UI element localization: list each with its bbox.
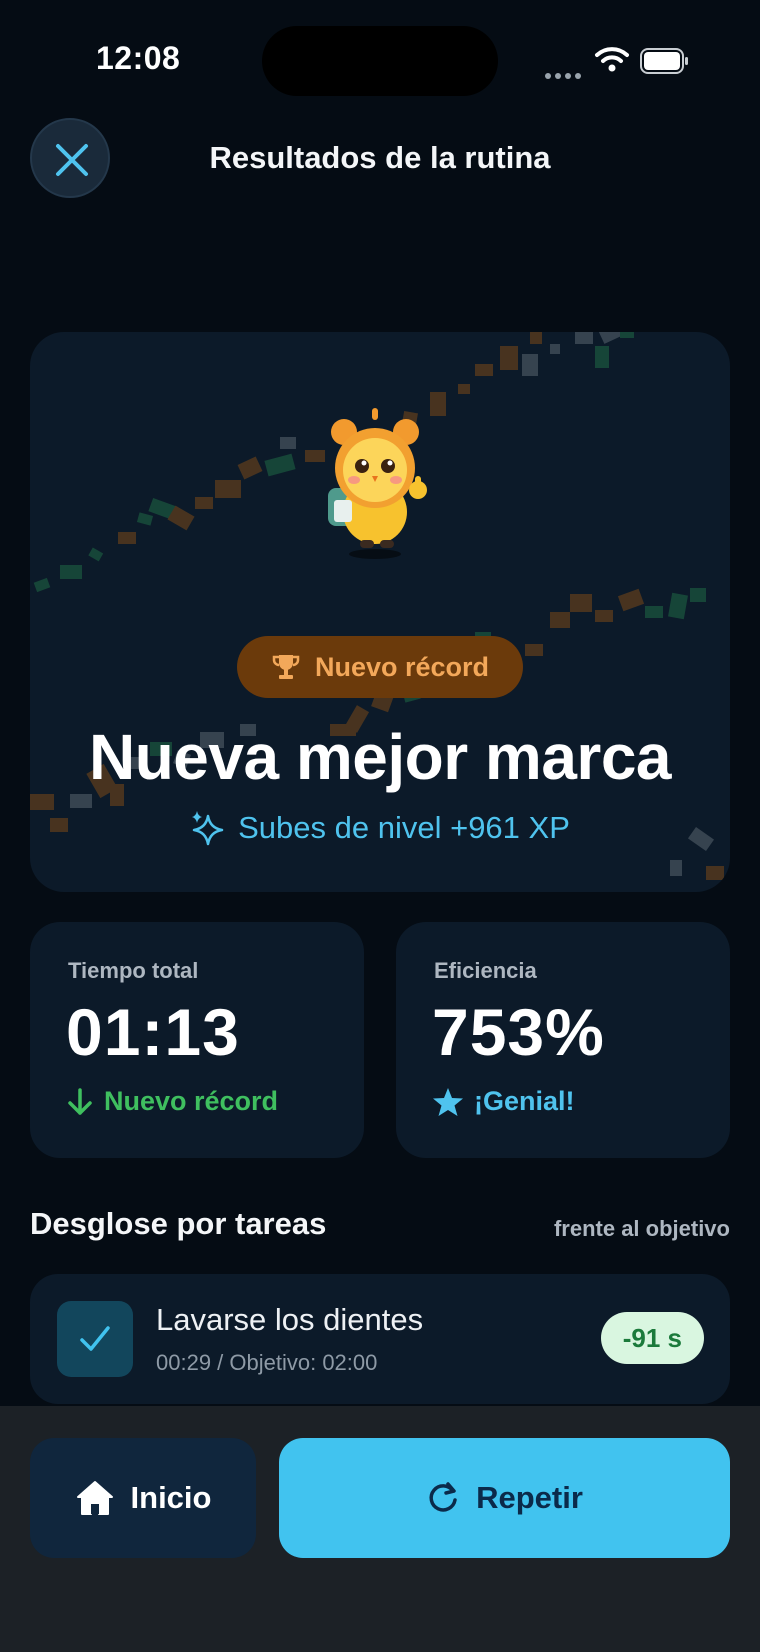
hero-title: Nueva mejor marca xyxy=(88,721,672,793)
checkmark-icon xyxy=(80,1326,110,1351)
cellular-signal-icon xyxy=(545,66,585,84)
dynamic-island xyxy=(262,26,498,96)
xp-gain-label: Subes de nivel +961 XP xyxy=(238,810,570,845)
battery-icon xyxy=(640,48,690,74)
new-record-badge-label: Nuevo récord xyxy=(314,651,490,682)
breakdown-title: Desglose por tareas xyxy=(30,1206,327,1241)
home-icon xyxy=(76,1481,113,1515)
bottom-action-bar: Inicio Repetir xyxy=(0,1406,760,1652)
alarm-clock-mascot xyxy=(328,408,427,559)
stat-value: 01:13 xyxy=(66,995,240,1069)
home-button[interactable]: Inicio xyxy=(30,1438,256,1558)
stat-value: 753% xyxy=(432,995,605,1069)
repeat-button-label: Repetir xyxy=(476,1480,583,1515)
task-name: Lavarse los dientes xyxy=(156,1302,424,1337)
stat-sub: ¡Genial! xyxy=(432,1086,575,1117)
status-time: 12:08 xyxy=(96,40,181,76)
page-title: Resultados de la rutina xyxy=(209,140,551,175)
stat-card-total-time: Tiempo total 01:13 Nuevo récord xyxy=(30,922,364,1158)
arrow-down-icon xyxy=(68,1087,92,1115)
task-detail: 00:29 / Objetivo: 02:00 xyxy=(156,1350,378,1375)
refresh-icon xyxy=(429,1482,457,1512)
breakdown-hint: frente al objetivo xyxy=(553,1216,730,1241)
star-icon xyxy=(433,1087,463,1116)
stat-sub-label: ¡Genial! xyxy=(474,1086,575,1116)
task-row[interactable]: Lavarse los dientes 00:29 / Objetivo: 02… xyxy=(30,1274,730,1404)
sparkle-icon xyxy=(192,811,224,846)
task-checkbox xyxy=(57,1301,133,1377)
home-button-label: Inicio xyxy=(130,1480,212,1515)
stat-card-efficiency: Eficiencia 753% ¡Genial! xyxy=(396,922,730,1158)
task-delta-badge: -91 s xyxy=(600,1312,704,1364)
stat-label: Tiempo total xyxy=(68,958,199,983)
trophy-icon xyxy=(272,655,300,679)
wifi-icon xyxy=(594,44,630,79)
stat-sub-label: Nuevo récord xyxy=(104,1086,279,1116)
repeat-button[interactable]: Repetir xyxy=(279,1438,730,1558)
new-record-badge: Nuevo récord xyxy=(237,636,523,698)
stat-label: Eficiencia xyxy=(434,958,537,983)
stat-sub: Nuevo récord xyxy=(66,1086,278,1117)
xp-gain-text: Subes de nivel +961 XP xyxy=(30,810,730,846)
hero-card: Nuevo récord Nueva mejor marca Subes de … xyxy=(30,332,730,892)
